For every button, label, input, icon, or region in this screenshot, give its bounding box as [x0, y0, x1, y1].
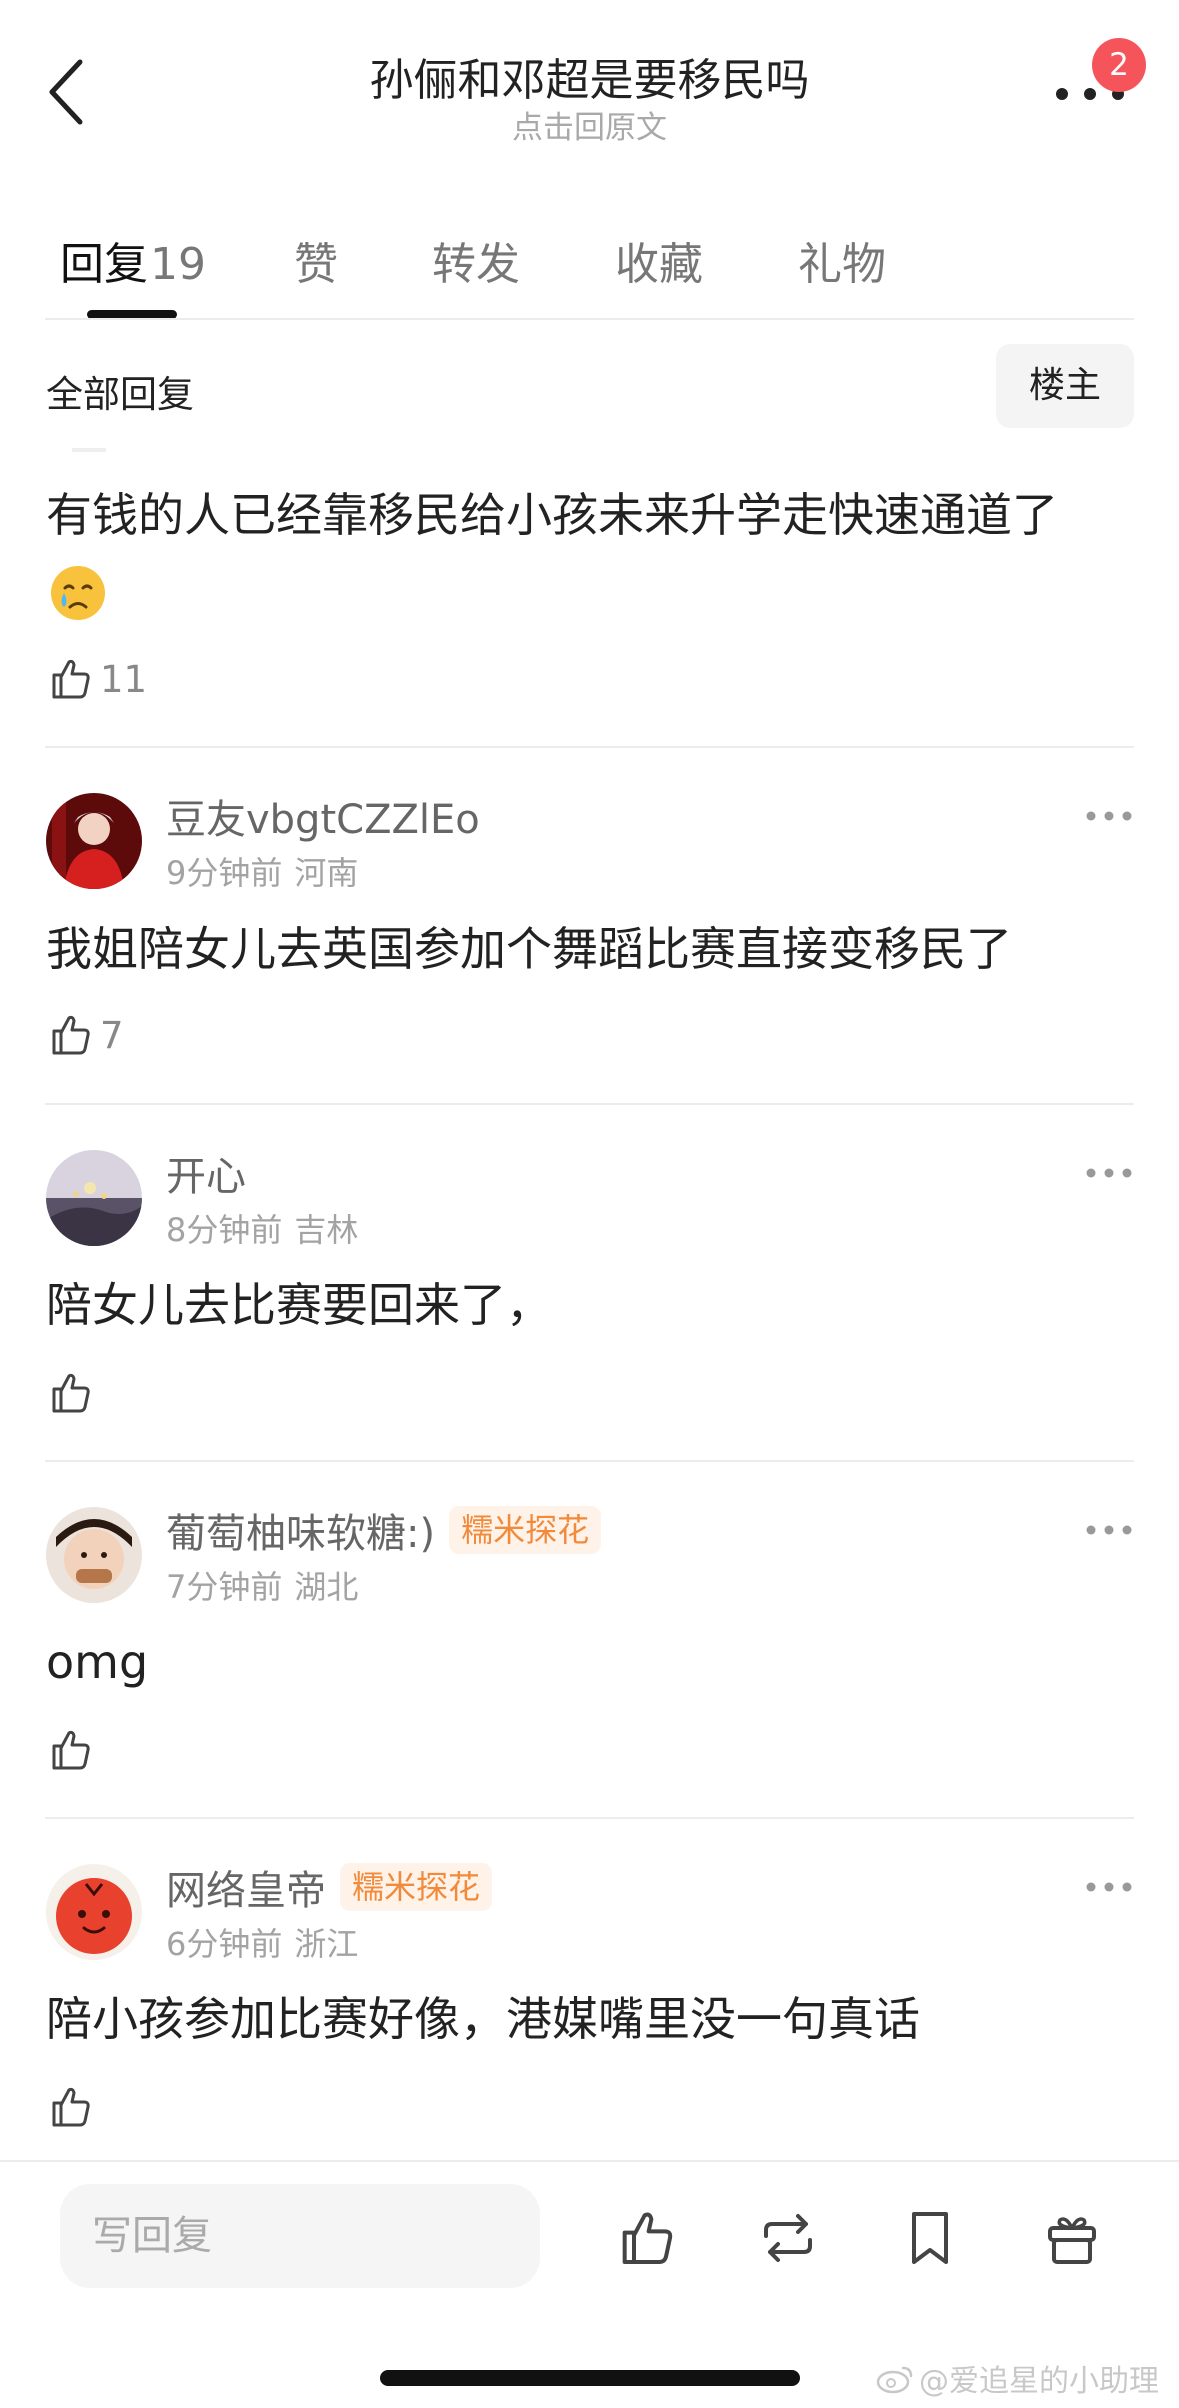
more-dots-icon — [1086, 1525, 1132, 1535]
tab-replies-count: 19 — [150, 239, 206, 290]
like-button[interactable]: 11 — [46, 654, 147, 704]
timestamp: 9分钟前 — [166, 854, 283, 892]
bookmark-button[interactable] — [898, 2206, 962, 2270]
comment-more-button[interactable] — [1084, 806, 1134, 826]
comment-author-row: 豆友vbgtCZZlEo — [166, 788, 480, 844]
more-dots-icon — [1086, 1168, 1132, 1178]
gift-button[interactable] — [1040, 2206, 1104, 2270]
comment-text: 陪小孩参加比赛好像，港媒嘴里没一句真话 — [46, 1992, 920, 2046]
comment-more-button[interactable] — [1084, 1163, 1134, 1183]
comment-text: 陪女儿去比赛要回来了， — [46, 1278, 552, 1332]
divider — [45, 1817, 1134, 1819]
comment-meta: 9分钟前 河南 — [166, 848, 358, 894]
home-indicator[interactable] — [380, 2370, 800, 2386]
crying-face-emoji — [48, 563, 108, 623]
divider — [45, 1103, 1134, 1105]
filter-label: 全部回复 — [46, 373, 194, 416]
tab-likes[interactable]: 赞 — [294, 228, 338, 292]
divider — [45, 318, 1134, 320]
like-count: 7 — [100, 1013, 124, 1057]
username[interactable]: 开心 — [166, 1144, 246, 1202]
comment-author-row: 网络皇帝 糯米探花 — [166, 1858, 493, 1916]
bookmark-icon — [912, 2212, 948, 2264]
like-button[interactable]: 7 — [46, 1010, 124, 1060]
timestamp: 8分钟前 — [166, 1211, 283, 1249]
thumbs-up-icon — [52, 659, 90, 699]
tab-reposts[interactable]: 转发 — [432, 228, 520, 292]
thumbs-up-icon — [622, 2212, 673, 2264]
back-to-original-link[interactable]: 点击回原文 — [0, 102, 1179, 147]
comment-meta: 7分钟前 湖北 — [166, 1562, 358, 1608]
avatar[interactable] — [46, 793, 142, 889]
user-title-badge: 糯米探花 — [449, 1506, 602, 1554]
tab-replies[interactable]: 回复19 — [60, 228, 206, 292]
repost-button[interactable] — [756, 2206, 820, 2270]
thumbs-up-icon — [52, 1730, 90, 1770]
username[interactable]: 葡萄柚味软糖:) — [166, 1501, 435, 1559]
top-bar: 孙俪和邓超是要移民吗 点击回原文 2 — [0, 0, 1179, 180]
comment-meta: 6分钟前 浙江 — [166, 1919, 358, 1965]
like-count: 11 — [100, 657, 148, 701]
repost-icon — [764, 2214, 812, 2262]
avatar[interactable] — [46, 1864, 142, 1960]
thumbs-up-icon — [52, 1015, 90, 1055]
comment-text: 有钱的人已经靠移民给小孩未来升学走快速通道了 — [46, 488, 1058, 542]
like-button[interactable] — [46, 1368, 100, 1418]
owner-only-button[interactable]: 楼主 — [996, 344, 1134, 428]
thumbs-up-icon — [52, 1373, 90, 1413]
user-title-badge: 糯米探花 — [340, 1863, 493, 1911]
timestamp: 7分钟前 — [166, 1568, 283, 1606]
thumbs-up-icon — [52, 2087, 90, 2127]
divider — [45, 1460, 1134, 1462]
comment-author-row: 开心 — [166, 1145, 246, 1201]
comment-author-row: 葡萄柚味软糖:) 糯米探花 — [166, 1501, 602, 1559]
weibo-logo-icon — [876, 2366, 913, 2394]
watermark-text: @爱追星的小助理 — [919, 2364, 1159, 2399]
timestamp: 6分钟前 — [166, 1925, 283, 1963]
notification-badge: 2 — [1092, 38, 1146, 92]
gift-icon — [1048, 2217, 1096, 2264]
avatar[interactable] — [46, 1150, 142, 1246]
more-dots-icon — [1086, 1882, 1132, 1892]
divider — [45, 746, 1134, 748]
comment-text: omg — [46, 1635, 149, 1689]
tab-favorites[interactable]: 收藏 — [615, 228, 703, 292]
comment-more-button[interactable] — [1084, 1520, 1134, 1540]
region: 湖北 — [294, 1568, 359, 1606]
more-dots-icon — [1086, 811, 1132, 821]
watermark: @爱追星的小助理 — [875, 2356, 1159, 2400]
page-title[interactable]: 孙俪和邓超是要移民吗 — [0, 44, 1179, 108]
tab-replies-label: 回复 — [60, 239, 148, 290]
tab-gifts[interactable]: 礼物 — [798, 228, 886, 292]
comment-meta: 8分钟前 吉林 — [166, 1205, 358, 1251]
comment-more-button[interactable] — [1084, 1877, 1134, 1897]
like-button[interactable] — [46, 1725, 100, 1775]
username[interactable]: 网络皇帝 — [166, 1858, 326, 1916]
avatar[interactable] — [46, 1507, 142, 1603]
region: 河南 — [294, 854, 359, 892]
region: 吉林 — [294, 1211, 359, 1249]
tab-bar: 回复19 赞 转发 收藏 礼物 — [0, 218, 1179, 319]
region: 浙江 — [294, 1925, 359, 1963]
username[interactable]: 豆友vbgtCZZlEo — [166, 787, 480, 845]
comment-text: 我姐陪女儿去英国参加个舞蹈比赛直接变移民了 — [46, 922, 1012, 976]
like-post-button[interactable] — [614, 2206, 678, 2270]
reply-input[interactable] — [60, 2184, 540, 2288]
scrolled-content-edge — [72, 448, 106, 452]
like-button[interactable] — [46, 2082, 100, 2132]
